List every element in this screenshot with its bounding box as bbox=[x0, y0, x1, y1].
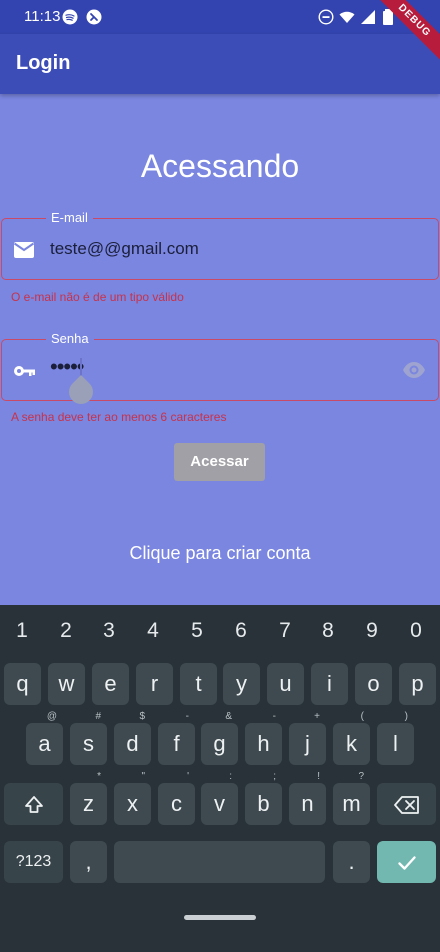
shift-icon bbox=[24, 796, 43, 814]
enter-key[interactable] bbox=[377, 841, 436, 883]
cursor-handle[interactable] bbox=[64, 375, 98, 409]
email-error-text: O e-mail não é de um tipo válido bbox=[11, 290, 184, 304]
soft-keyboard: 1 2 3 4 5 6 7 8 9 0 q w e r t y u i o p … bbox=[0, 605, 440, 952]
space-key[interactable] bbox=[114, 841, 325, 883]
key-h[interactable]: h- bbox=[245, 711, 282, 765]
submit-button[interactable]: Acessar bbox=[174, 443, 265, 481]
page-heading: Acessando bbox=[140, 148, 300, 184]
key-r[interactable]: r bbox=[136, 663, 173, 705]
key-8[interactable]: 8 bbox=[313, 619, 343, 643]
key-m[interactable]: m? bbox=[333, 771, 370, 825]
key-w[interactable]: w bbox=[48, 663, 85, 705]
app-notification-icon bbox=[86, 9, 102, 25]
email-field[interactable]: E-mail teste@@gmail.com bbox=[1, 210, 439, 280]
key-5[interactable]: 5 bbox=[182, 619, 212, 643]
key-u[interactable]: u bbox=[267, 663, 304, 705]
period-key[interactable]: . bbox=[333, 841, 370, 883]
key-z[interactable]: z * bbox=[70, 771, 107, 825]
key-s[interactable]: s # bbox=[70, 711, 107, 765]
key-v[interactable]: v: bbox=[201, 771, 238, 825]
key-g[interactable]: g & bbox=[201, 711, 238, 765]
key-b[interactable]: b; bbox=[245, 771, 282, 825]
key-c[interactable]: c ' bbox=[158, 771, 195, 825]
key-i[interactable]: i bbox=[311, 663, 348, 705]
key-n[interactable]: n! bbox=[289, 771, 326, 825]
email-field-label: E-mail bbox=[46, 210, 93, 225]
symbols-key[interactable]: ?123 bbox=[4, 841, 63, 883]
key-9[interactable]: 9 bbox=[357, 619, 387, 643]
key-f[interactable]: f- bbox=[158, 711, 195, 765]
password-error-text: A senha deve ter ao menos 6 caracteres bbox=[11, 410, 227, 424]
email-field-value[interactable]: teste@@gmail.com bbox=[50, 239, 199, 259]
key-d[interactable]: d $ bbox=[114, 711, 151, 765]
mail-icon bbox=[13, 242, 35, 258]
key-k[interactable]: k( bbox=[333, 711, 370, 765]
key-a[interactable]: a @ bbox=[26, 711, 63, 765]
backspace-icon bbox=[393, 796, 419, 815]
create-account-link[interactable]: Clique para criar conta bbox=[0, 543, 440, 564]
key-t[interactable]: t bbox=[180, 663, 217, 705]
eye-icon[interactable] bbox=[402, 360, 426, 380]
key-4[interactable]: 4 bbox=[138, 619, 168, 643]
key-o[interactable]: o bbox=[355, 663, 392, 705]
wifi-icon bbox=[339, 11, 355, 23]
app-title: Login bbox=[16, 52, 71, 74]
backspace-key[interactable] bbox=[377, 783, 436, 825]
comma-key[interactable]: , bbox=[70, 841, 107, 883]
key-0[interactable]: 0 bbox=[401, 619, 431, 643]
key-icon bbox=[14, 366, 35, 376]
status-time: 11:13 bbox=[24, 8, 61, 25]
key-e[interactable]: e bbox=[92, 663, 129, 705]
shift-key[interactable] bbox=[4, 783, 63, 825]
app-bar: Login bbox=[0, 34, 440, 94]
password-field-label: Senha bbox=[46, 331, 94, 346]
key-j[interactable]: j + bbox=[289, 711, 326, 765]
status-bar: 11:13 DEBUG bbox=[0, 0, 440, 70]
key-l[interactable]: l) bbox=[377, 711, 414, 765]
dnd-icon bbox=[318, 9, 334, 25]
key-7[interactable]: 7 bbox=[270, 619, 300, 643]
key-2[interactable]: 2 bbox=[51, 619, 81, 643]
spotify-icon bbox=[62, 9, 78, 25]
key-q[interactable]: q bbox=[4, 663, 41, 705]
key-3[interactable]: 3 bbox=[94, 619, 124, 643]
key-y[interactable]: y bbox=[223, 663, 260, 705]
gesture-nav-handle[interactable] bbox=[184, 915, 256, 920]
key-6[interactable]: 6 bbox=[226, 619, 256, 643]
key-1[interactable]: 1 bbox=[7, 619, 37, 643]
checkmark-icon bbox=[397, 856, 416, 870]
key-p[interactable]: p bbox=[399, 663, 436, 705]
signal-icon bbox=[361, 10, 375, 24]
password-field[interactable]: Senha ••••• bbox=[1, 331, 439, 409]
key-x[interactable]: x " bbox=[114, 771, 151, 825]
